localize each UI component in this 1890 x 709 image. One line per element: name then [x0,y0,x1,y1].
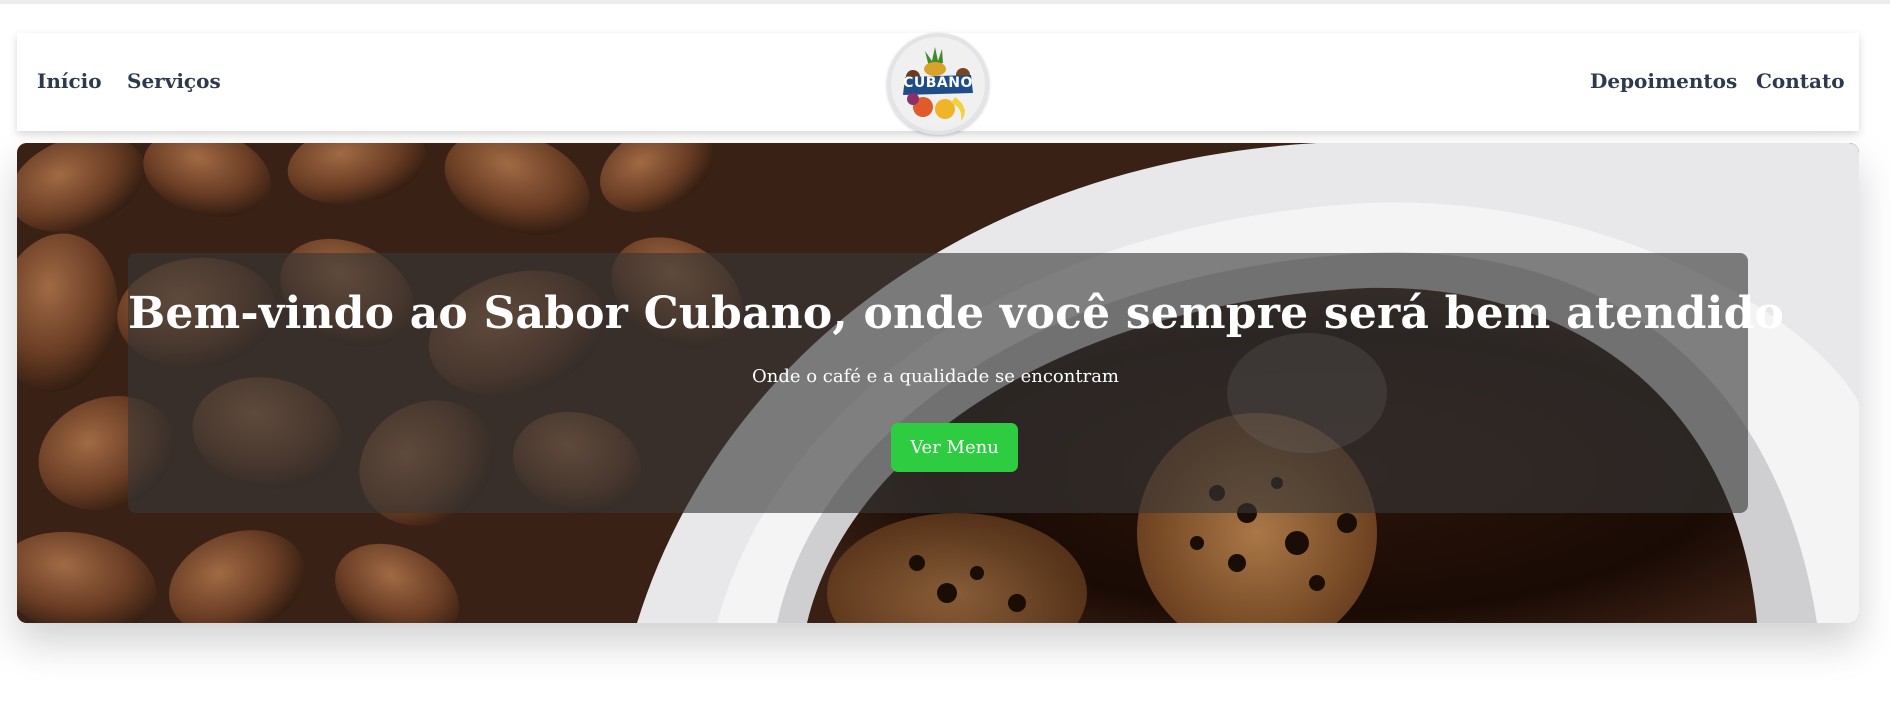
navbar: Início Serviços CUBANO Depoimentos Conta… [17,33,1859,135]
hero-title: Bem-vindo ao Sabor Cubano, onde você sem… [128,288,1785,339]
nav-link-inicio[interactable]: Início [37,71,102,91]
logo[interactable]: CUBANO [887,33,989,135]
hero-overlay: Bem-vindo ao Sabor Cubano, onde você sem… [128,253,1785,513]
hero-section: Bem-vindo ao Sabor Cubano, onde você sem… [17,143,1859,623]
top-border [0,0,1890,4]
hero-subtitle: Onde o café e a qualidade se encontram [752,366,1119,387]
nav-link-servicos[interactable]: Serviços [127,71,221,91]
nav-link-depoimentos[interactable]: Depoimentos [1590,71,1737,91]
ver-menu-button[interactable]: Ver Menu [891,423,1018,472]
logo-text: CUBANO [903,75,973,91]
nav-link-contato[interactable]: Contato [1756,71,1845,91]
